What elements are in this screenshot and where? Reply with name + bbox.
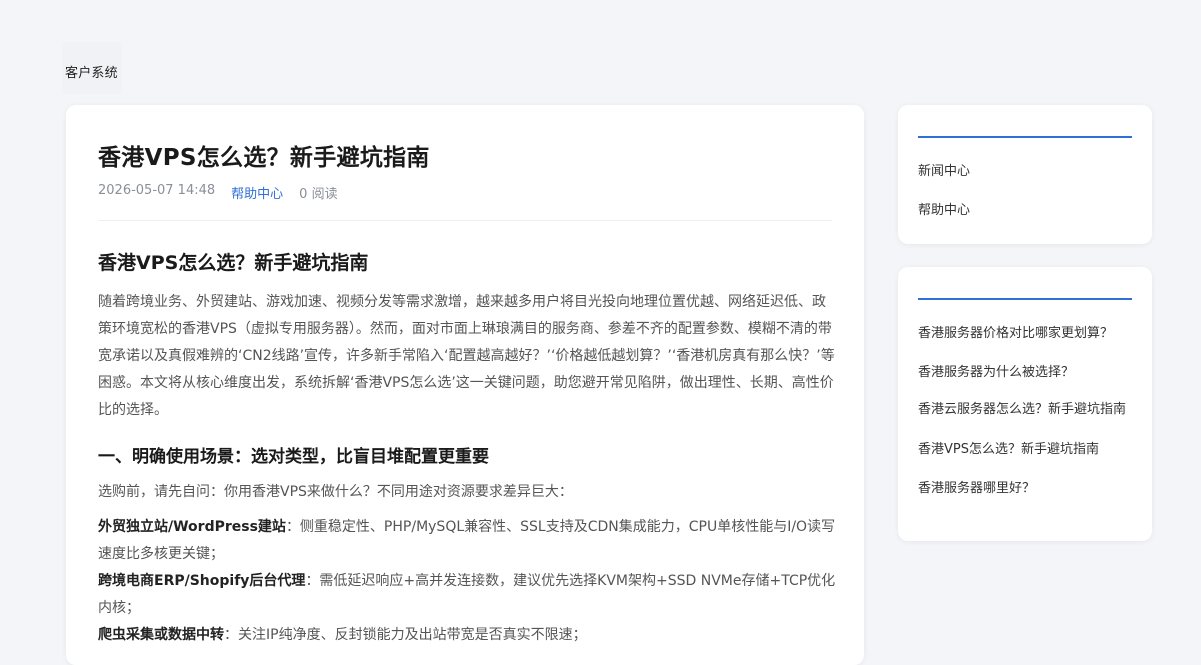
sidebar-nav-list: 新闻中心 帮助中心: [918, 160, 1134, 218]
related-link[interactable]: 香港服务器为什么被选择？: [918, 361, 1134, 380]
related-link[interactable]: 香港服务器哪里好？: [918, 477, 1134, 496]
intro-paragraph: 随着跨境业务、外贸建站、游戏加速、视频分发等需求激增，越来越多用户将目光投向地理…: [98, 294, 835, 418]
sidebar-item-news[interactable]: 新闻中心: [918, 160, 1134, 179]
article-meta: 2026-05-07 14:48 帮助中心 0 阅读: [98, 183, 338, 202]
brand-name[interactable]: 客户系统: [65, 62, 118, 81]
item-label: 爬虫采集或数据中转: [98, 627, 224, 643]
item-label: 跨境电商ERP/Shopify后台代理: [98, 573, 306, 589]
publish-date: 2026-05-07 14:48: [98, 183, 216, 198]
accent-line: [918, 298, 1132, 300]
related-list: 香港服务器价格对比哪家更划算？ 香港服务器为什么被选择？ 香港云服务器怎么选？新…: [918, 322, 1134, 496]
article-title: 香港VPS怎么选？新手避坑指南: [98, 145, 430, 171]
list-item: 跨境电商ERP/Shopify后台代理：需低延迟响应+高并发连接数，建议优先选择…: [98, 568, 836, 622]
section-lead: 选购前，请先自问：你用香港VPS来做什么？不同用途对资源要求差异巨大：: [98, 484, 573, 500]
sidebar-item-help[interactable]: 帮助中心: [918, 199, 1134, 218]
section-heading: 一、明确使用场景：选对类型，比盲目堆配置更重要: [98, 447, 489, 467]
related-link[interactable]: 香港云服务器怎么选？新手避坑指南: [918, 400, 1134, 420]
content-heading: 香港VPS怎么选？新手避坑指南: [98, 252, 369, 274]
divider: [98, 220, 832, 221]
item-text: ：关注IP纯净度、反封锁能力及出站带宽是否真实不限速；: [224, 627, 587, 643]
article-body: 香港VPS怎么选？新手避坑指南 随着跨境业务、外贸建站、游戏加速、视频分发等需求…: [98, 248, 836, 649]
read-count: 0 阅读: [299, 187, 338, 202]
accent-line: [918, 136, 1132, 138]
related-articles-card: 香港服务器价格对比哪家更划算？ 香港服务器为什么被选择？ 香港云服务器怎么选？新…: [898, 267, 1152, 541]
related-link[interactable]: 香港VPS怎么选？新手避坑指南: [918, 438, 1134, 457]
list-item: 外贸独立站/WordPress建站：侧重稳定性、PHP/MySQL兼容性、SSL…: [98, 514, 836, 568]
item-label: 外贸独立站/WordPress建站: [98, 519, 286, 535]
list-item: 爬虫采集或数据中转：关注IP纯净度、反封锁能力及出站带宽是否真实不限速；: [98, 622, 836, 649]
related-link[interactable]: 香港服务器价格对比哪家更划算？: [918, 322, 1134, 341]
category-link[interactable]: 帮助中心: [231, 183, 283, 202]
article-card: 香港VPS怎么选？新手避坑指南 2026-05-07 14:48 帮助中心 0 …: [66, 105, 864, 665]
sidebar-nav-card: 新闻中心 帮助中心: [898, 105, 1152, 244]
